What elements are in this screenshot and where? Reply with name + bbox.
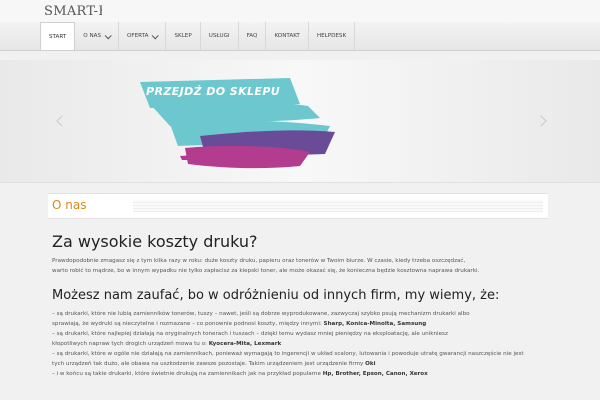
- article-heading: Za wysokie koszty druku?: [52, 232, 258, 251]
- list-line: tych urządzeń tak dużo, ale obawa na usz…: [52, 361, 376, 367]
- nav-item-helpdesk[interactable]: HELPDESK: [309, 22, 356, 50]
- nav-item-kontakt[interactable]: KONTAKT: [266, 22, 309, 50]
- list-line: – są drukarki, które w ogóle nie działaj…: [52, 351, 524, 357]
- section-title: O nas: [52, 198, 87, 212]
- list-line: – są drukarki, które nie lubią zamiennik…: [52, 311, 470, 317]
- paragraph-line: Prawdopodobnie zmagasz się z tym kilka r…: [52, 258, 466, 264]
- article: Za wysokie koszty druku? Prawdopodobnie …: [52, 232, 552, 379]
- list-line: sprawiają, że wydruki są nieczytelne i r…: [52, 321, 427, 327]
- list-line: – i w końcu są takie drukarki, które świ…: [52, 371, 428, 377]
- decorative-stripe: [133, 200, 543, 212]
- section-header: O nas: [48, 193, 548, 219]
- banner-text[interactable]: PRZEJDŹ DO SKLEPU: [146, 85, 280, 98]
- paint-brush-banner[interactable]: [0, 60, 600, 182]
- chevron-down-icon: [104, 31, 112, 39]
- list-line: – są drukarki, które najlepiej działają …: [52, 331, 448, 337]
- promo-slider[interactable]: PRZEJDŹ DO SKLEPU: [0, 60, 600, 183]
- article-subheading: Możesz nam zaufać, bo w odróżnieniu od i…: [52, 288, 500, 303]
- nav-item-faq[interactable]: FAQ: [239, 22, 267, 50]
- nav-item-oferta[interactable]: OFERTA: [119, 22, 167, 50]
- nav-item-uslugi[interactable]: USŁUGI: [201, 22, 239, 50]
- nav-item-start[interactable]: START: [40, 22, 76, 50]
- top-bar: SMART-K: [0, 0, 600, 22]
- nav-item-o-nas[interactable]: O nas: [75, 22, 120, 50]
- main-navigation: START O nas OFERTA SKLEP USŁUGI FAQ KONT…: [0, 22, 600, 51]
- nav-item-sklep[interactable]: SKLEP: [166, 22, 201, 50]
- chevron-down-icon: [152, 31, 160, 39]
- list-line: kłopotliwych napraw tych drogich urządze…: [52, 341, 282, 347]
- paragraph-line: warto robić to mądrze, bo w innym wypadk…: [52, 268, 480, 274]
- logo[interactable]: SMART-K: [44, 4, 102, 19]
